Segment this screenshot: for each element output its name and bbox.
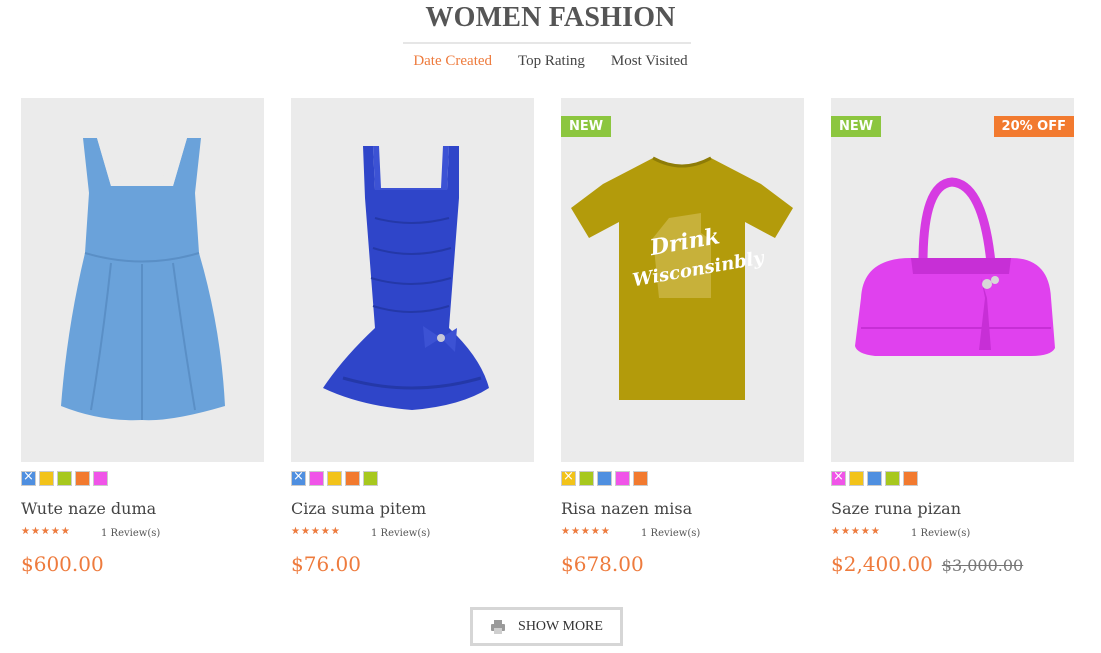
- color-swatch[interactable]: [597, 471, 612, 486]
- title-divider: [403, 42, 691, 44]
- color-swatch[interactable]: [561, 469, 576, 486]
- product-name[interactable]: Risa nazen misa: [561, 499, 804, 518]
- price-row: $2,400.00 $3,000.00: [831, 552, 1074, 576]
- review-count[interactable]: 1 Review(s): [641, 528, 700, 539]
- product-image[interactable]: [291, 98, 534, 462]
- color-swatch[interactable]: [93, 471, 108, 486]
- color-swatch[interactable]: [363, 471, 378, 486]
- price-row: $76.00: [291, 552, 534, 576]
- product-image[interactable]: [21, 98, 264, 462]
- color-swatch[interactable]: [291, 469, 306, 486]
- color-swatch[interactable]: [849, 471, 864, 486]
- review-count[interactable]: 1 Review(s): [911, 528, 970, 539]
- product-grid: Wute naze duma ★★★★★★★★★★ 1 Review(s) $6…: [21, 98, 1074, 576]
- color-swatch[interactable]: [885, 471, 900, 486]
- product-name[interactable]: Ciza suma pitem: [291, 499, 534, 518]
- color-swatch[interactable]: [867, 471, 882, 486]
- product-name[interactable]: Saze runa pizan: [831, 499, 1074, 518]
- star-rating: ★★★★★ ★★★★★: [831, 526, 881, 537]
- color-swatches: [291, 469, 534, 486]
- magenta-handbag-icon: [855, 177, 1055, 356]
- color-swatch[interactable]: [309, 471, 324, 486]
- color-swatch[interactable]: [327, 471, 342, 486]
- rating-row: ★★★★★ ★★★★★ 1 Review(s): [291, 526, 534, 540]
- new-badge: NEW: [561, 116, 612, 137]
- tab-most-visited[interactable]: Most Visited: [611, 53, 688, 70]
- rating-row: ★★★★★ ★★★★★ 1 Review(s): [561, 526, 804, 540]
- mustard-tshirt-icon: Drink Wisconsinbly: [571, 156, 793, 400]
- product-image[interactable]: Drink Wisconsinbly NEW: [561, 98, 804, 462]
- product-card: Drink Wisconsinbly NEW Risa nazen misa ★…: [561, 98, 804, 576]
- product-name[interactable]: Wute naze duma: [21, 499, 264, 518]
- product-image[interactable]: NEW 20% OFF: [831, 98, 1074, 462]
- product-card: Ciza suma pitem ★★★★★★★★★★ 1 Review(s) $…: [291, 98, 534, 576]
- price: $76.00: [291, 552, 361, 576]
- color-swatch[interactable]: [75, 471, 90, 486]
- color-swatch[interactable]: [345, 471, 360, 486]
- color-swatch[interactable]: [903, 471, 918, 486]
- tab-top-rating[interactable]: Top Rating: [518, 53, 585, 70]
- printer-icon: [491, 619, 506, 634]
- color-swatch[interactable]: [615, 471, 630, 486]
- price: $2,400.00: [831, 552, 933, 576]
- price-row: $678.00: [561, 552, 804, 576]
- price: $600.00: [21, 552, 104, 576]
- blue-dress-icon: [61, 138, 225, 421]
- color-swatches: [21, 469, 264, 486]
- review-count[interactable]: 1 Review(s): [371, 528, 430, 539]
- product-card: Wute naze duma ★★★★★★★★★★ 1 Review(s) $6…: [21, 98, 264, 576]
- star-rating: ★★★★★ ★★★★★: [21, 526, 71, 537]
- color-swatch[interactable]: [579, 471, 594, 486]
- color-swatch[interactable]: [21, 469, 36, 486]
- color-swatches: [831, 469, 1074, 486]
- rating-row: ★★★★★ ★★★★★ 1 Review(s): [831, 526, 1074, 540]
- navy-dress-icon: [323, 146, 489, 410]
- section-title: WOMEN FASHION: [425, 2, 676, 33]
- price: $678.00: [561, 552, 644, 576]
- show-more-label: SHOW MORE: [518, 618, 603, 634]
- show-more-button[interactable]: SHOW MORE: [470, 607, 623, 646]
- discount-badge: 20% OFF: [993, 116, 1074, 137]
- product-card: NEW 20% OFF Saze runa pizan ★★★★★★★★★★ 1…: [831, 98, 1074, 576]
- color-swatch[interactable]: [831, 469, 846, 486]
- color-swatch[interactable]: [57, 471, 72, 486]
- star-rating: ★★★★★ ★★★★★: [291, 526, 341, 537]
- old-price: $3,000.00: [941, 556, 1024, 575]
- price-row: $600.00: [21, 552, 264, 576]
- new-badge: NEW: [831, 116, 882, 137]
- sort-tabs: Date Created Top Rating Most Visited: [0, 53, 1101, 70]
- tab-date-created[interactable]: Date Created: [413, 53, 492, 70]
- rating-row: ★★★★★ ★★★★★ 1 Review(s): [21, 526, 264, 540]
- color-swatch[interactable]: [633, 471, 648, 486]
- color-swatches: [561, 469, 804, 486]
- review-count[interactable]: 1 Review(s): [101, 528, 160, 539]
- color-swatch[interactable]: [39, 471, 54, 486]
- star-rating: ★★★★★ ★★★★★: [561, 526, 611, 537]
